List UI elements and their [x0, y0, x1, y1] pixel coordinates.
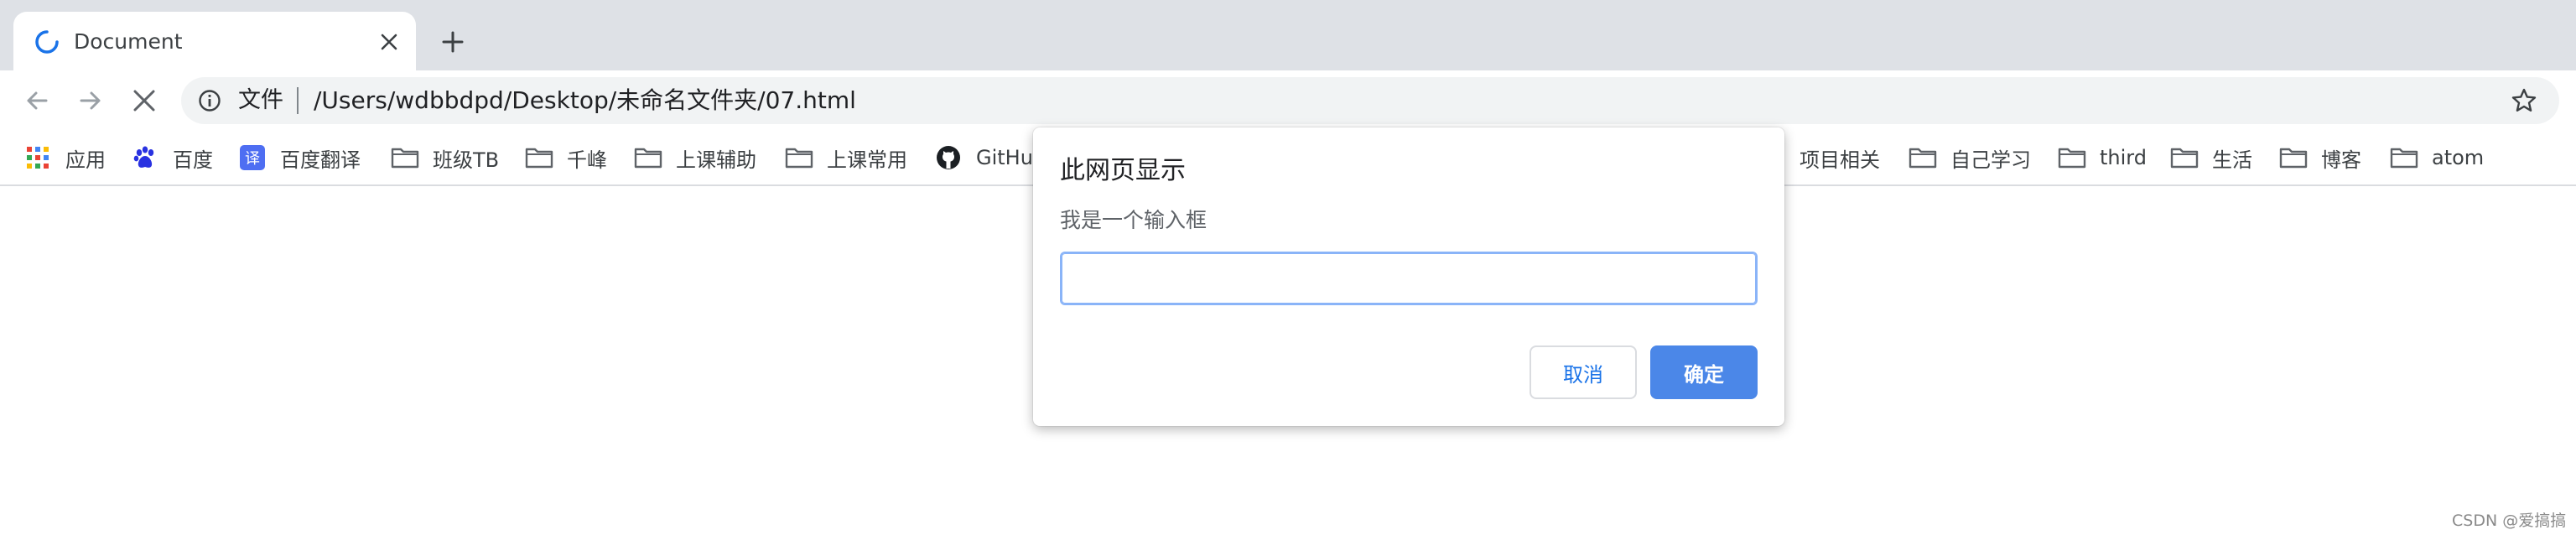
bookmark-label: 博客 [2321, 148, 2361, 172]
bookmark-label: 上课常用 [827, 148, 907, 172]
bookmark-label: 自己学习 [1950, 148, 2031, 172]
folder-icon [2390, 148, 2418, 169]
folder-icon [2058, 148, 2086, 169]
ok-button[interactable]: 确定 [1650, 345, 1758, 399]
baidu-translate-icon: 译 [240, 145, 265, 170]
forward-button[interactable] [74, 84, 107, 117]
plus-icon [442, 31, 464, 53]
back-button[interactable] [20, 84, 54, 117]
close-icon [133, 90, 155, 112]
bookmark-folder[interactable]: third [2058, 139, 2147, 176]
bookmark-label-partial[interactable]: 项目相关 [1800, 139, 1880, 176]
loading-spinner-icon [35, 30, 59, 54]
tab-close-button[interactable] [374, 27, 404, 57]
bookmark-folder[interactable]: 上课辅助 [634, 139, 756, 176]
folder-icon [525, 148, 553, 169]
apps-grid-icon [27, 147, 49, 169]
svg-text:译: 译 [245, 150, 260, 168]
folder-icon [634, 148, 662, 169]
folder-icon [785, 148, 813, 169]
star-icon[interactable] [2511, 87, 2537, 114]
bookmark-folder[interactable]: 生活 [2170, 139, 2252, 176]
bookmark-folder[interactable]: 博客 [2279, 139, 2361, 176]
folder-icon [2279, 148, 2308, 169]
close-icon [381, 34, 397, 50]
prompt-input[interactable] [1060, 252, 1758, 305]
bookmark-label: 百度 [173, 148, 213, 172]
bookmark-label: 应用 [65, 148, 106, 172]
bookmark-github[interactable]: GitHu [936, 139, 1033, 176]
address-bar[interactable]: 文件 /Users/wdbbdpd/Desktop/未命名文件夹/07.html [181, 77, 2559, 124]
bookmark-apps[interactable]: 应用 [25, 139, 106, 176]
dialog-message: 我是一个输入框 [1060, 208, 1208, 232]
bookmark-folder[interactable]: atom [2390, 139, 2484, 176]
tab-strip: Document [0, 0, 2576, 72]
bookmark-folder[interactable]: 上课常用 [785, 139, 907, 176]
github-icon [937, 146, 960, 169]
stop-loading-button[interactable] [127, 84, 161, 117]
info-icon[interactable] [198, 89, 221, 112]
arrow-right-icon [80, 91, 101, 110]
bookmark-folder[interactable]: 班级TB [391, 139, 499, 176]
scheme-label: 文件 [238, 87, 283, 113]
bookmark-folder[interactable]: 自己学习 [1909, 139, 2031, 176]
bookmark-label: 千峰 [567, 148, 607, 172]
bookmark-folder[interactable]: 千峰 [525, 139, 607, 176]
bookmark-label: 上课辅助 [676, 148, 756, 172]
prompt-dialog: 此网页显示 我是一个输入框 取消 确定 [1033, 127, 1784, 426]
folder-icon [391, 148, 419, 169]
folder-icon [2170, 148, 2199, 169]
new-tab-button[interactable] [436, 25, 470, 59]
watermark: CSDN @爱搞搞 [2452, 512, 2567, 530]
omnibox-divider [297, 87, 299, 114]
bookmark-label: atom [2432, 146, 2485, 169]
folder-icon [1909, 148, 1937, 169]
tab-document[interactable]: Document [13, 12, 416, 72]
baidu-paw-icon [133, 146, 154, 168]
tab-title: Document [74, 29, 183, 54]
cancel-button[interactable]: 取消 [1530, 345, 1637, 399]
url-text[interactable]: /Users/wdbbdpd/Desktop/未命名文件夹/07.html [314, 86, 856, 115]
bookmark-baidu[interactable]: 百度 [132, 139, 213, 176]
bookmark-label: 项目相关 [1800, 148, 1880, 172]
browser-toolbar: 文件 /Users/wdbbdpd/Desktop/未命名文件夹/07.html [0, 70, 2576, 131]
bookmark-label: third [2100, 146, 2147, 169]
bookmark-label: 生活 [2212, 148, 2252, 172]
bookmark-baidu-translate[interactable]: 译 百度翻译 [240, 139, 361, 176]
bookmark-label: GitHu [976, 146, 1033, 169]
arrow-left-icon [27, 91, 48, 110]
dialog-title: 此网页显示 [1060, 156, 1186, 185]
bookmark-label: 班级TB [433, 148, 500, 172]
bookmark-label: 百度翻译 [280, 148, 361, 172]
